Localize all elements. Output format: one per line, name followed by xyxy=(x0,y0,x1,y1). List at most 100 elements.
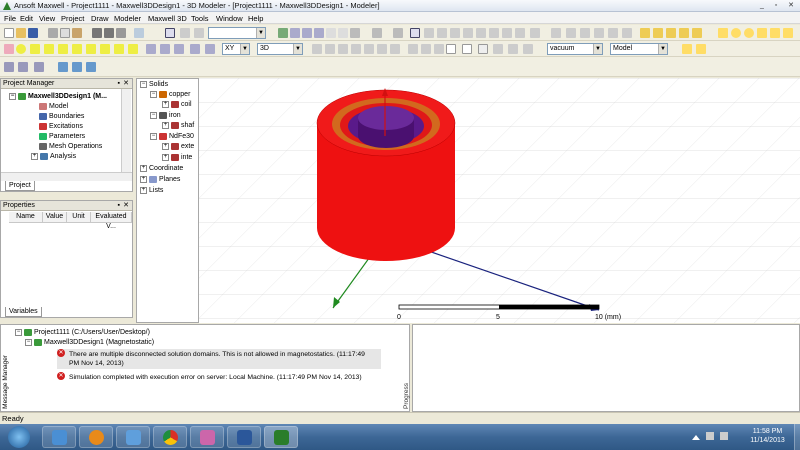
transparency-icon[interactable] xyxy=(594,28,604,38)
validate-icon[interactable] xyxy=(4,62,14,72)
thicken-icon[interactable] xyxy=(462,44,472,54)
column-value[interactable]: Value xyxy=(43,212,67,223)
circle-draw-icon[interactable] xyxy=(731,28,741,38)
tab-project[interactable]: Project xyxy=(5,181,35,191)
copy-icon[interactable] xyxy=(60,28,70,38)
close-icon[interactable]: ✕ xyxy=(123,201,129,211)
split-icon[interactable] xyxy=(351,44,361,54)
expand-icon[interactable]: + xyxy=(162,153,169,161)
expand-icon[interactable]: − xyxy=(150,132,157,140)
network-icon[interactable] xyxy=(706,432,714,440)
mesh-icon[interactable] xyxy=(58,62,68,72)
expand-icon[interactable]: + xyxy=(140,175,147,183)
taskbar-explorer[interactable] xyxy=(42,426,76,448)
tree-coil[interactable]: + coil xyxy=(162,100,192,110)
pin-icon[interactable]: ▪ xyxy=(118,79,120,89)
folder-icon[interactable] xyxy=(682,44,692,54)
column-evaluated[interactable]: Evaluated V... xyxy=(91,212,132,230)
menu-file[interactable]: File xyxy=(4,14,16,23)
expand-icon[interactable]: + xyxy=(162,121,169,129)
cone-icon[interactable] xyxy=(72,44,82,54)
duplicate-icon[interactable] xyxy=(421,44,431,54)
menu-tools[interactable]: Tools xyxy=(191,14,209,23)
start-button[interactable] xyxy=(8,426,30,448)
fit-icon[interactable] xyxy=(489,28,499,38)
zoom-in-icon[interactable] xyxy=(476,28,486,38)
tree-item-parameters[interactable]: Parameters xyxy=(39,132,85,142)
selection-combo[interactable]: ▼ xyxy=(208,27,266,39)
tree-iron[interactable]: − iron xyxy=(150,111,181,121)
expand-icon[interactable]: + xyxy=(162,142,169,150)
face-cs-icon[interactable] xyxy=(160,44,170,54)
column-unit[interactable]: Unit xyxy=(67,212,91,223)
expand-icon[interactable]: − xyxy=(140,80,147,88)
view-mode-select[interactable]: 3D ▼ xyxy=(257,43,303,55)
expand-icon[interactable]: + xyxy=(140,164,147,172)
expand-icon[interactable]: + xyxy=(140,186,147,194)
menu-maxwell3d[interactable]: Maxwell 3D xyxy=(148,14,187,23)
object-cs-icon[interactable] xyxy=(174,44,184,54)
ellipse-draw-icon[interactable] xyxy=(744,28,754,38)
polyhedron-icon[interactable] xyxy=(58,44,68,54)
redo-icon[interactable] xyxy=(104,28,114,38)
menu-edit[interactable]: Edit xyxy=(20,14,33,23)
pin-icon[interactable]: ▪ xyxy=(118,201,120,211)
restore-button[interactable]: ▫ xyxy=(770,1,782,11)
unite-icon[interactable] xyxy=(312,44,322,54)
sphere-icon[interactable] xyxy=(16,44,26,54)
taskbar-app[interactable] xyxy=(190,426,224,448)
rect-draw-icon[interactable] xyxy=(718,28,728,38)
tree-item-model[interactable]: Model xyxy=(39,102,68,112)
bondwire-icon[interactable] xyxy=(128,44,138,54)
minimize-button[interactable]: _ xyxy=(756,1,768,11)
expand-icon[interactable]: − xyxy=(9,92,16,100)
tree-lists[interactable]: + Lists xyxy=(140,186,163,196)
wave5-icon[interactable] xyxy=(692,28,702,38)
wire-icon[interactable] xyxy=(580,28,590,38)
taskbar-chrome[interactable] xyxy=(153,426,187,448)
view-icon[interactable] xyxy=(530,28,540,38)
cylinder-icon[interactable] xyxy=(44,44,54,54)
polyline-icon[interactable] xyxy=(314,28,324,38)
zoom-icon[interactable] xyxy=(372,28,382,38)
torus-icon[interactable] xyxy=(86,44,96,54)
sheet-icon[interactable] xyxy=(783,28,793,38)
tree-ndfe30[interactable]: − NdFe30 xyxy=(150,132,194,142)
point-icon[interactable] xyxy=(180,28,190,38)
spin-icon[interactable] xyxy=(463,28,473,38)
expand-icon[interactable]: + xyxy=(31,152,38,160)
paste-icon[interactable] xyxy=(72,28,82,38)
menu-help[interactable]: Help xyxy=(248,14,263,23)
analyze-icon[interactable] xyxy=(18,62,28,72)
wave3-icon[interactable] xyxy=(666,28,676,38)
subtract-icon[interactable] xyxy=(325,44,335,54)
plot-icon[interactable] xyxy=(86,62,96,72)
cut-icon[interactable] xyxy=(48,28,58,38)
menu-modeler[interactable]: Modeler xyxy=(114,14,141,23)
tray-chevron-icon[interactable] xyxy=(692,432,700,440)
wave-icon[interactable] xyxy=(640,28,650,38)
region-icon[interactable] xyxy=(770,28,780,38)
new-icon[interactable] xyxy=(4,28,14,38)
line-icon[interactable] xyxy=(278,28,288,38)
horizontal-scrollbar[interactable] xyxy=(1,172,132,181)
taskbar-media-player[interactable] xyxy=(79,426,113,448)
tree-item-analysis[interactable]: + Analysis xyxy=(31,152,76,162)
tree-copper[interactable]: − copper xyxy=(150,90,190,100)
grid-icon[interactable] xyxy=(608,28,618,38)
mirror-icon[interactable] xyxy=(408,44,418,54)
shade-icon[interactable] xyxy=(566,28,576,38)
helix-icon[interactable] xyxy=(100,44,110,54)
shape-icon[interactable] xyxy=(4,44,14,54)
measure-icon[interactable] xyxy=(350,28,360,38)
tree-item-mesh-operations[interactable]: Mesh Operations xyxy=(39,142,102,152)
material-select[interactable]: vacuum ▼ xyxy=(547,43,603,55)
close-button[interactable]: ✕ xyxy=(785,1,797,11)
rotate-alt-icon[interactable] xyxy=(437,28,447,38)
scrollbar[interactable] xyxy=(121,89,131,172)
viewport-canvas[interactable]: 0 5 10 (mm) xyxy=(199,78,800,323)
print-icon[interactable] xyxy=(393,28,403,38)
measure-cs-icon[interactable] xyxy=(190,44,200,54)
spline-icon[interactable] xyxy=(302,28,312,38)
move-icon[interactable] xyxy=(377,44,387,54)
